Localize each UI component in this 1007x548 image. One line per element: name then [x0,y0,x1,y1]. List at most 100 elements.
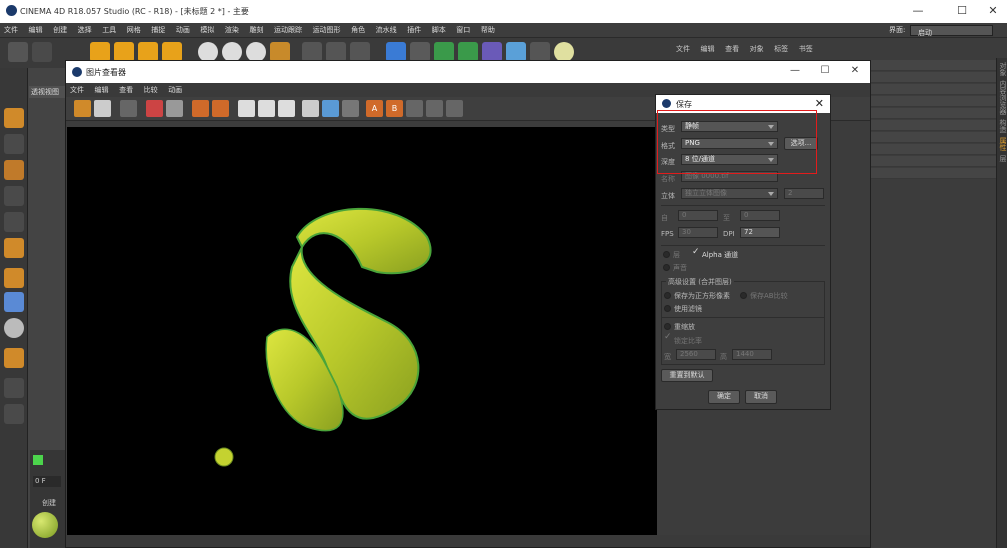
workplane-icon[interactable] [4,378,24,398]
menu-tools[interactable]: 工具 [98,23,120,38]
camera-icon[interactable] [530,42,550,62]
y-axis-icon[interactable] [222,42,242,62]
solo-icon[interactable] [4,318,24,338]
ok-button[interactable]: 确定 [708,390,740,404]
cut-icon[interactable] [146,100,163,117]
pv-menu-animation[interactable]: 动画 [164,83,186,97]
pv-menu-compare[interactable]: 比较 [140,83,162,97]
coordinate-system-icon[interactable] [270,42,290,62]
dpi-field[interactable]: 72 [740,227,780,238]
redo-icon[interactable] [32,42,52,62]
x-axis-icon[interactable] [198,42,218,62]
menu-simulate[interactable]: 模拟 [196,23,218,38]
create-tab[interactable]: 创建 [42,498,56,508]
minimize-button[interactable]: — [903,4,933,17]
sound-checkbox[interactable] [663,264,670,271]
width-field[interactable]: 2560 [676,349,716,360]
region-icon[interactable] [258,100,275,117]
menu-file[interactable]: 文件 [0,23,22,38]
locked-workplane-icon[interactable] [4,404,24,424]
horizontal-scrollbar[interactable] [66,535,870,547]
checkmark-icon[interactable]: ✓ [692,247,700,257]
floor-icon[interactable] [506,42,526,62]
maximize-button[interactable]: ☐ [947,4,977,17]
reset-default-button[interactable]: 重置到默认 [661,369,713,382]
set-b-icon[interactable]: B [386,100,403,117]
pv-menu-view[interactable]: 查看 [115,83,137,97]
difference-icon[interactable] [426,100,443,117]
rotate-icon[interactable] [138,42,158,62]
live-select-icon[interactable] [162,42,182,62]
menu-edit[interactable]: 编辑 [25,23,47,38]
menu-help[interactable]: 帮助 [477,23,499,38]
light-icon[interactable] [554,42,574,62]
tab-objects[interactable]: 对象 [998,62,1007,76]
save-all-icon[interactable] [120,100,137,117]
menu-motion-tracking[interactable]: 运动跟踪 [270,23,306,38]
polygons-mode-icon[interactable] [4,238,24,258]
tweak-mode-icon[interactable] [4,292,24,312]
pv-menu-file[interactable]: 文件 [66,83,88,97]
render-icon[interactable] [192,100,209,117]
menu-script[interactable]: 脚本 [428,23,450,38]
points-mode-icon[interactable] [4,186,24,206]
model-mode-icon[interactable] [4,134,24,154]
attribute-nav-icons[interactable] [892,314,992,326]
om-menu-tags[interactable]: 标签 [774,44,788,54]
stop-render-icon[interactable] [212,100,229,117]
frame-field[interactable]: 0 F [33,476,61,487]
om-menu-view[interactable]: 查看 [725,44,739,54]
timeline-marker-icon[interactable] [33,455,43,465]
menu-snap[interactable]: 捕捉 [147,23,169,38]
viewer-minimize-button[interactable]: — [780,65,810,76]
menu-create[interactable]: 创建 [49,23,71,38]
save-ab-checkbox[interactable] [740,292,747,299]
tab-layers[interactable]: 层 [998,155,1007,162]
pv-menu-edit[interactable]: 编辑 [91,83,113,97]
rescale-checkbox[interactable] [664,323,671,330]
ab-compare-icon[interactable] [342,100,359,117]
material-ball-icon[interactable] [32,512,58,538]
edges-mode-icon[interactable] [4,212,24,232]
cloner-icon[interactable] [458,42,478,62]
swap-icon[interactable] [406,100,423,117]
menu-select[interactable]: 选择 [74,23,96,38]
open-icon[interactable] [74,100,91,117]
frame-icon[interactable] [238,100,255,117]
split-icon[interactable] [446,100,463,117]
tab-structure[interactable]: 构造 [998,119,1007,133]
use-filter-checkbox[interactable] [664,305,671,312]
set-a-icon[interactable]: A [366,100,383,117]
layer-checkbox[interactable] [663,251,670,258]
render-image-canvas[interactable] [67,127,657,535]
undo-icon[interactable] [8,42,28,62]
menu-pipeline[interactable]: 流水线 [372,23,401,38]
render-view-icon[interactable] [302,42,322,62]
render-settings-icon[interactable] [350,42,370,62]
fullscreen-icon[interactable] [322,100,339,117]
menu-mesh[interactable]: 网格 [123,23,145,38]
fps-field[interactable]: 30 [678,227,718,238]
om-menu-object[interactable]: 对象 [750,44,764,54]
copy-icon[interactable] [166,100,183,117]
fit-icon[interactable] [302,100,319,117]
om-menu-edit[interactable]: 编辑 [701,44,715,54]
dialog-close-icon[interactable]: ✕ [815,97,824,110]
cube-icon[interactable] [386,42,406,62]
height-field[interactable]: 1440 [732,349,772,360]
menu-character[interactable]: 角色 [347,23,369,38]
om-menu-bookmarks[interactable]: 书签 [799,44,813,54]
stereo-select[interactable]: 独立立体图像 [681,188,778,199]
menu-window[interactable]: 窗口 [452,23,474,38]
viewer-close-button[interactable]: ✕ [840,65,870,76]
viewport-tab[interactable]: 透视视图 [29,86,65,98]
close-button[interactable]: ✕ [978,4,1007,17]
interface-select[interactable]: 启动 [910,25,993,37]
om-menu-file[interactable]: 文件 [676,44,690,54]
tab-content-browser[interactable]: 内容浏览器 [998,80,1007,115]
save-icon[interactable] [94,100,111,117]
z-axis-icon[interactable] [246,42,266,62]
subdivision-icon[interactable] [434,42,454,62]
tab-attributes[interactable]: 属性 [998,137,1007,151]
texture-mode-icon[interactable] [4,160,24,180]
